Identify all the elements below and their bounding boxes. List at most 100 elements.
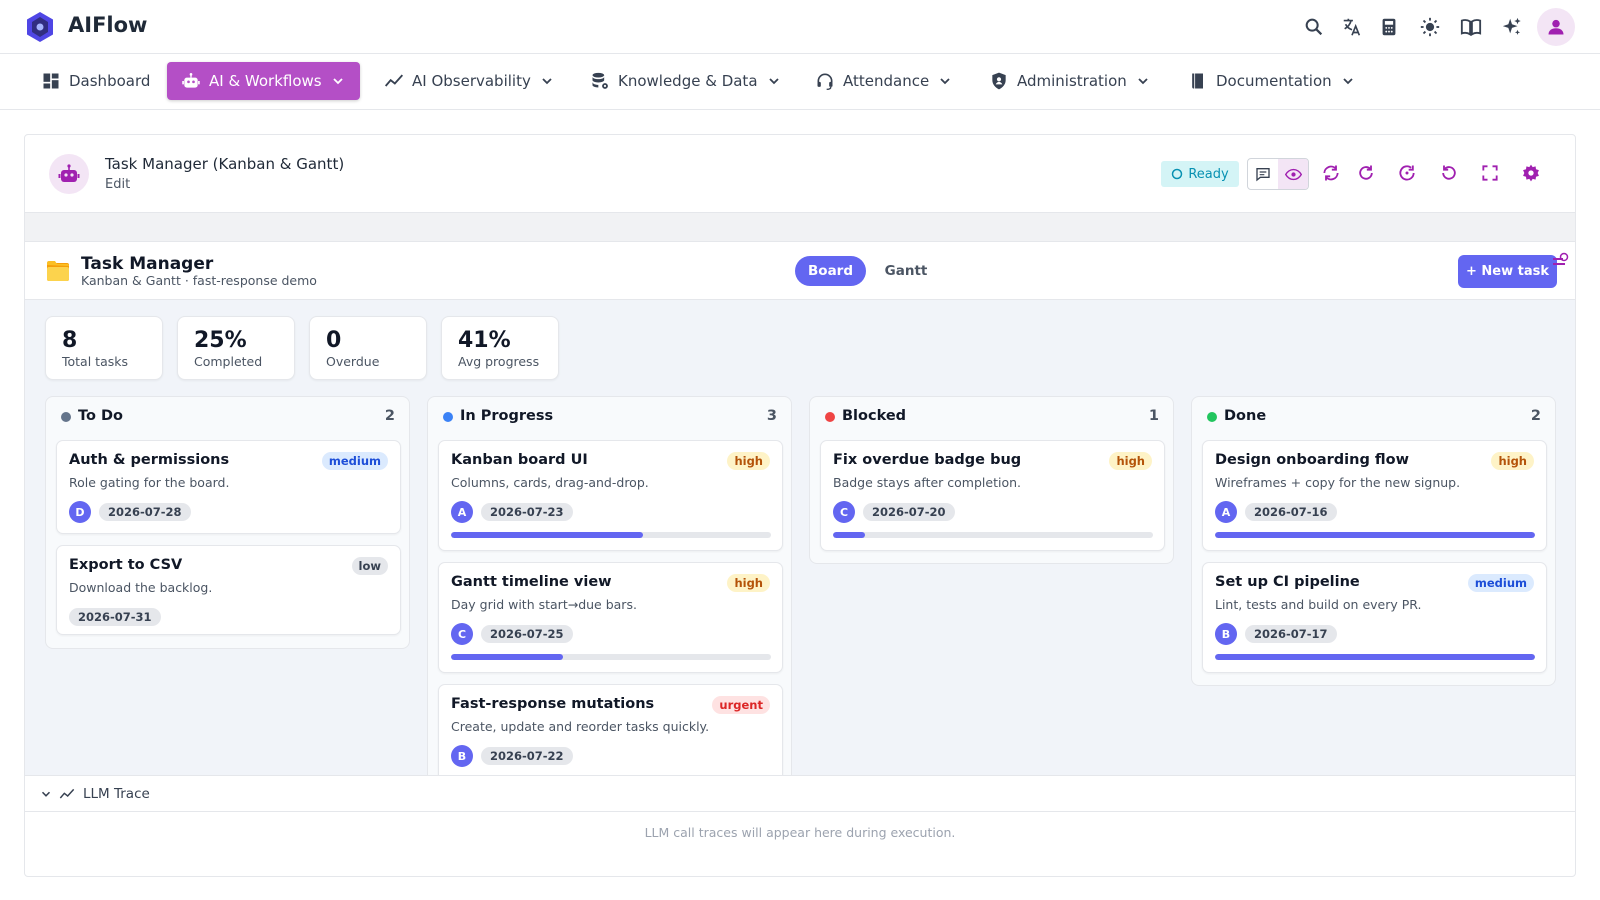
priority-badge: high: [1109, 452, 1152, 470]
task-card[interactable]: Auth & permissions medium Role gating fo…: [56, 440, 401, 534]
chat-icon: [1256, 168, 1270, 182]
task-card[interactable]: Export to CSV low Download the backlog. …: [56, 545, 401, 635]
toolbar-strip: [25, 213, 1575, 242]
brightness-icon[interactable]: [1418, 15, 1442, 39]
sync-icon[interactable]: [1320, 162, 1342, 184]
task-card[interactable]: Fix overdue badge bug high Badge stays a…: [820, 440, 1165, 551]
priority-badge: high: [727, 452, 770, 470]
task-title: Auth & permissions: [69, 452, 230, 468]
shield-icon: [992, 72, 1006, 90]
eye-icon: [1284, 168, 1302, 180]
column-status-dot: [1207, 412, 1217, 422]
nav-ai-observability-label: AI Observability: [412, 72, 531, 90]
priority-badge: medium: [321, 452, 388, 470]
column-count: 2: [1530, 408, 1541, 424]
nav-dashboard[interactable]: Dashboard: [35, 62, 156, 100]
nav-administration[interactable]: Administration: [983, 62, 1157, 100]
status-text: Ready: [1188, 166, 1229, 182]
sparkle-icon[interactable]: [1500, 15, 1524, 39]
calculator-icon[interactable]: [1377, 15, 1401, 39]
task-manager-header: Task Manager Kanban & Gantt · fast-respo…: [25, 242, 1575, 300]
task-description: Badge stays after completion.: [833, 475, 1021, 490]
status-circle-icon: [1172, 168, 1183, 180]
main-nav: Dashboard AI & Workflows AI Observabilit…: [0, 54, 1600, 110]
task-title: Fast-response mutations: [451, 696, 655, 712]
nav-documentation[interactable]: Documentation: [1182, 62, 1362, 100]
reset-icon[interactable]: [1438, 162, 1460, 184]
column-header: To Do 2: [46, 397, 409, 435]
redo-icon[interactable]: [1396, 162, 1418, 184]
task-card[interactable]: Set up CI pipeline medium Lint, tests an…: [1202, 562, 1547, 673]
nav-dashboard-label: Dashboard: [69, 72, 151, 90]
nav-documentation-label: Documentation: [1216, 72, 1332, 90]
progress-bar: [451, 532, 771, 538]
stat-label: Avg progress: [458, 354, 540, 369]
task-card[interactable]: Kanban board UI high Columns, cards, dra…: [438, 440, 783, 551]
priority-badge: urgent: [712, 696, 770, 714]
progress-bar: [1215, 654, 1535, 660]
task-card[interactable]: Design onboarding flow high Wireframes +…: [1202, 440, 1547, 551]
chevron-down-icon: [542, 78, 552, 85]
column-name: Blocked: [842, 408, 907, 424]
task-description: Columns, cards, drag-and-drop.: [451, 475, 649, 490]
progress-bar: [1215, 532, 1535, 538]
task-card[interactable]: Gantt timeline view high Day grid with s…: [438, 562, 783, 673]
top-bar: AIFlow: [0, 0, 1600, 54]
tab-board[interactable]: Board: [795, 256, 866, 286]
task-description: Role gating for the board.: [69, 475, 230, 490]
due-date-badge: 2026-07-17: [1245, 625, 1337, 643]
book-closed-icon: [1192, 73, 1203, 89]
due-date-badge: 2026-07-31: [69, 608, 161, 626]
task-card[interactable]: Fast-response mutations urgent Create, u…: [438, 684, 783, 775]
chevron-down-icon: [768, 78, 779, 85]
status-badge: Ready: [1161, 161, 1239, 187]
stat-value: 41%: [458, 328, 511, 353]
column-status-dot: [825, 412, 835, 422]
column-blocked: Blocked 1 Fix overdue badge bug high Bad…: [809, 396, 1174, 564]
progress-fill: [833, 532, 865, 538]
stat-value: 25%: [194, 328, 247, 353]
chevron-down-icon: [1343, 78, 1353, 85]
column-name: Done: [1224, 408, 1267, 424]
view-toggle: [1247, 158, 1309, 190]
book-icon[interactable]: [1459, 15, 1483, 39]
stat-value: 0: [326, 328, 342, 353]
nav-ai-observability[interactable]: AI Observability: [378, 62, 561, 100]
llm-trace-toggle[interactable]: LLM Trace: [25, 775, 1575, 812]
task-title: Set up CI pipeline: [1215, 574, 1360, 590]
task-title: Kanban board UI: [451, 452, 588, 468]
chevron-down-icon: [940, 78, 950, 85]
agent-panel: Task Manager (Kanban & Gantt) Edit Ready: [24, 134, 1576, 877]
nav-administration-label: Administration: [1017, 72, 1127, 90]
refresh-icon[interactable]: [1355, 162, 1377, 184]
stat-completed: 25% Completed: [177, 316, 295, 380]
search-icon[interactable]: [1302, 15, 1326, 39]
translate-icon[interactable]: [1340, 15, 1364, 39]
edit-badge-icon[interactable]: [1551, 252, 1569, 270]
llm-trace-empty-message: LLM call traces will appear here during …: [644, 825, 956, 840]
stat-overdue: 0 Overdue: [309, 316, 427, 380]
settings-icon[interactable]: [1520, 162, 1542, 184]
nav-attendance[interactable]: Attendance: [809, 62, 959, 100]
app-title: AIFlow: [68, 13, 148, 37]
task-manager-app: Task Manager Kanban & Gantt · fast-respo…: [25, 242, 1575, 775]
column-count: 1: [1148, 408, 1159, 424]
column-header: Done 2: [1192, 397, 1555, 435]
fullscreen-icon[interactable]: [1479, 162, 1501, 184]
task-description: Create, update and reorder tasks quickly…: [451, 719, 710, 734]
nav-knowledge-data[interactable]: Knowledge & Data: [584, 62, 788, 100]
chat-view-button[interactable]: [1248, 159, 1278, 189]
priority-badge: medium: [1467, 574, 1534, 592]
stat-label: Overdue: [326, 354, 380, 369]
preview-view-button[interactable]: [1278, 159, 1308, 189]
user-avatar-icon[interactable]: [1537, 8, 1575, 46]
stat-avg-progress: 41% Avg progress: [441, 316, 559, 380]
agent-edit-link[interactable]: Edit: [105, 177, 130, 192]
new-task-button[interactable]: + New task: [1458, 255, 1557, 288]
progress-fill: [1215, 654, 1535, 660]
llm-trace-label: LLM Trace: [83, 786, 150, 802]
tab-gantt[interactable]: Gantt: [876, 256, 936, 286]
nav-ai-workflows[interactable]: AI & Workflows: [167, 62, 360, 100]
due-date-badge: 2026-07-25: [481, 625, 573, 643]
task-description: Download the backlog.: [69, 580, 213, 595]
